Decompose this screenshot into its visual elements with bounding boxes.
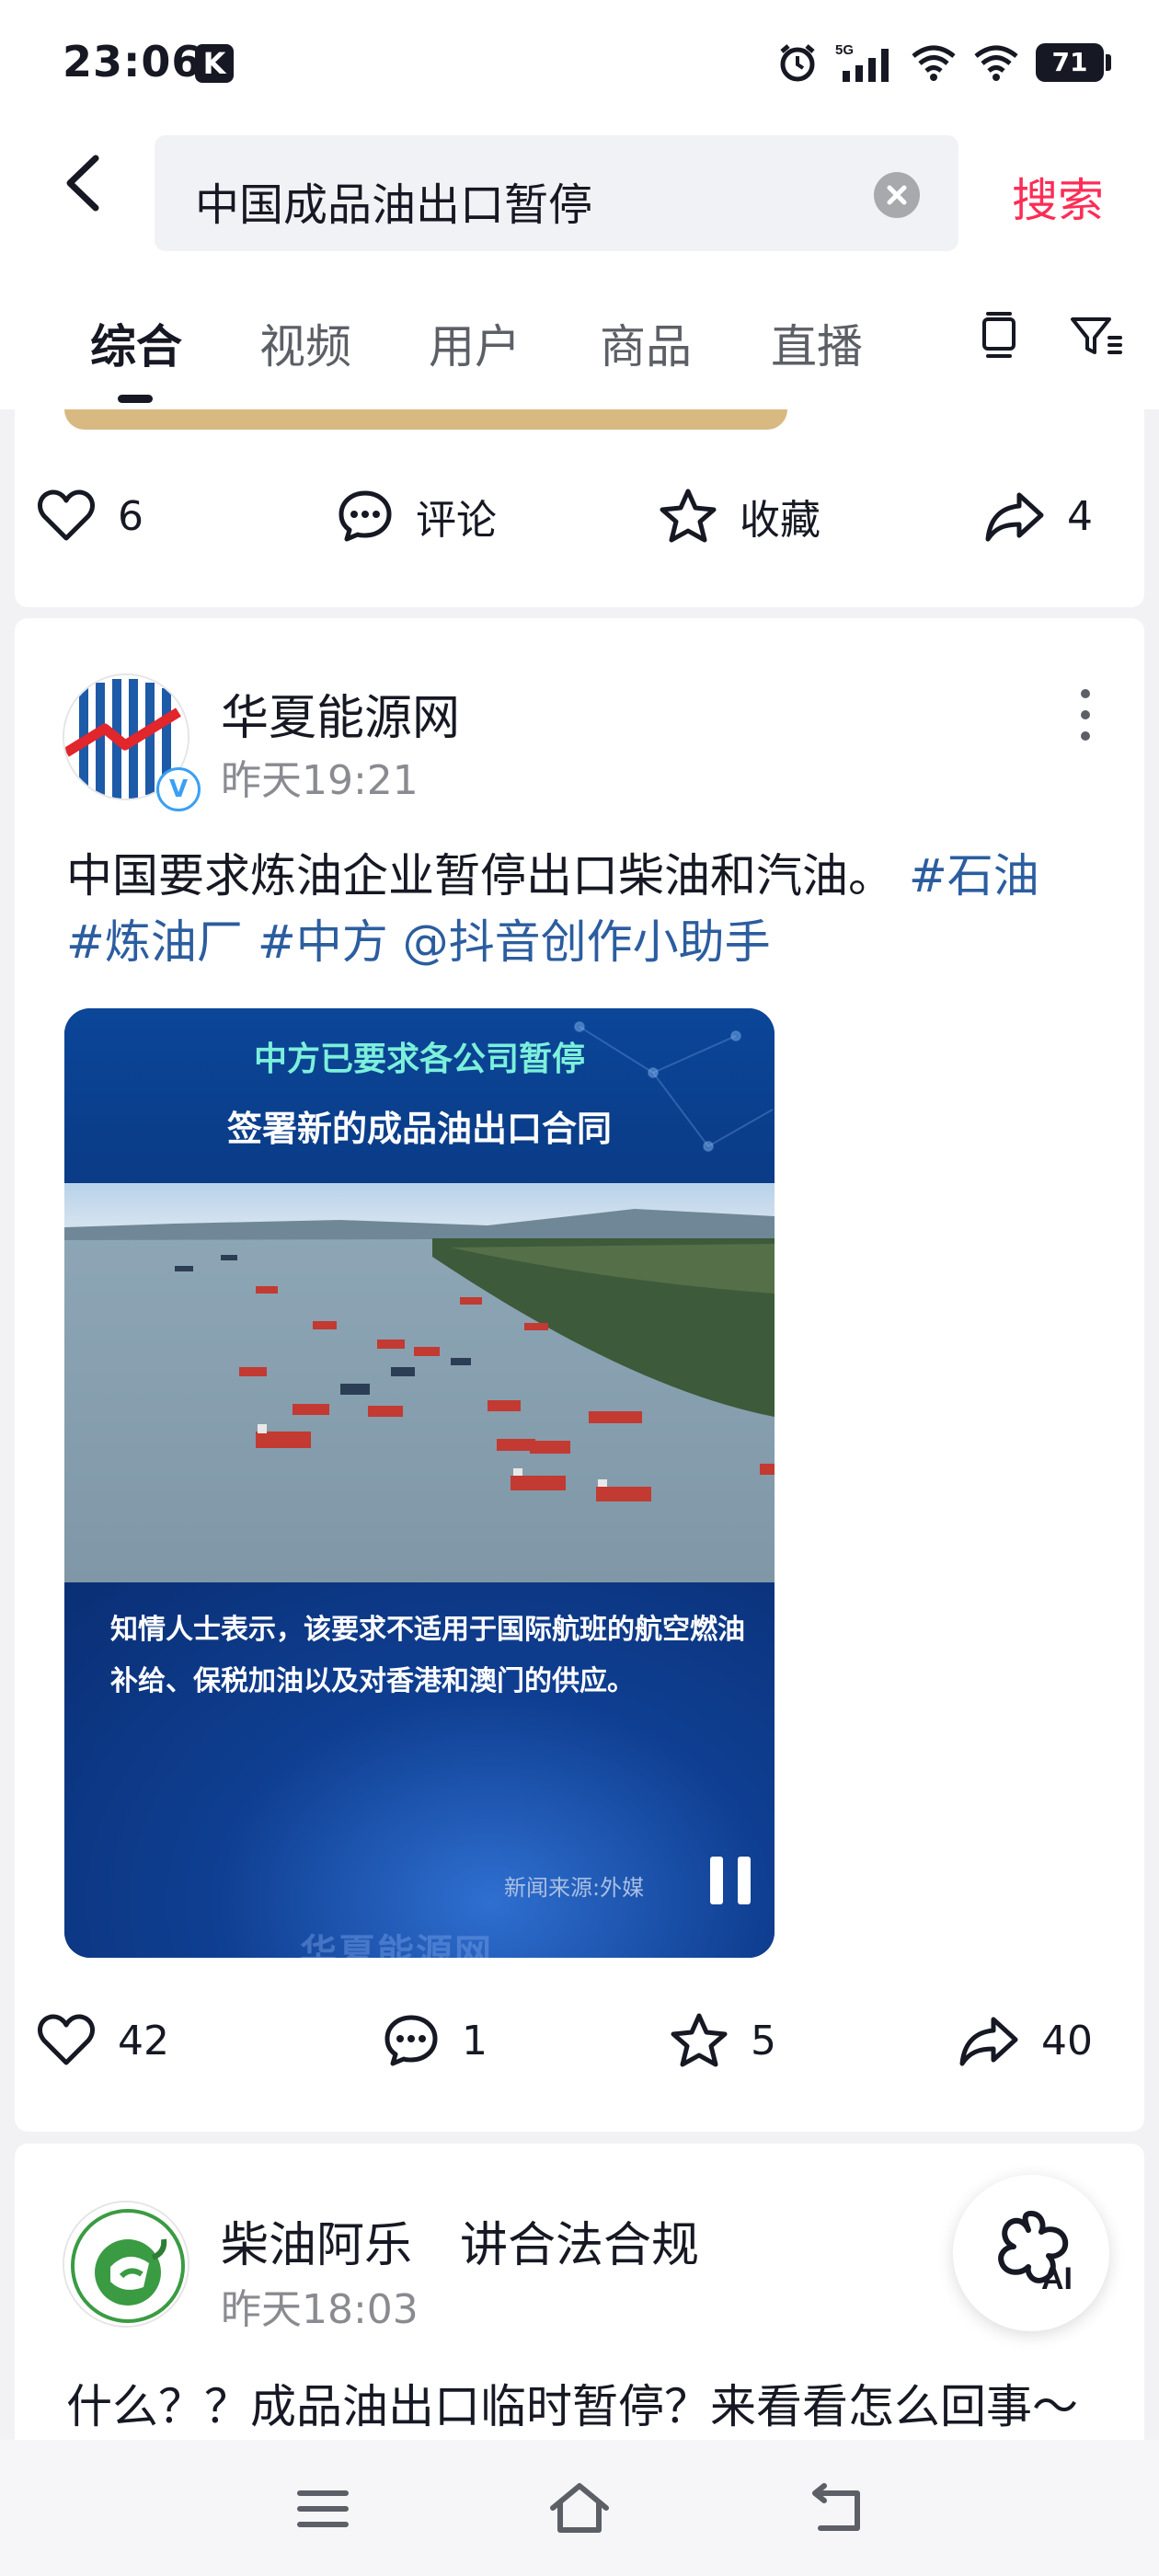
tab-indicator [118, 395, 153, 403]
tab-fade [938, 262, 1159, 400]
search-button[interactable]: 搜索 [1012, 164, 1104, 230]
post-card-previous: 6 评论 收藏 4 [15, 409, 1144, 607]
system-nav-bar [0, 2440, 1159, 2576]
post-text: 什么？？成品油出口临时暂停？来看看怎么回事～ [66, 2380, 1078, 2433]
alarm-icon [780, 44, 815, 82]
share-icon [985, 492, 1044, 542]
action-bar: 42 1 5 40 [15, 2004, 1144, 2077]
share-button[interactable]: 4 [984, 479, 1093, 553]
wifi-icon [912, 45, 956, 81]
home-icon[interactable] [547, 2477, 612, 2541]
status-bar: 23:06 K 5G 71 [0, 0, 1159, 129]
like-count: 42 [118, 2017, 169, 2064]
like-button[interactable]: 42 [37, 2004, 169, 2077]
share-icon [959, 2017, 1018, 2066]
status-time: 23:06 [63, 37, 202, 86]
back-arrow-icon[interactable] [55, 151, 120, 215]
favorite-count: 5 [751, 2017, 776, 2064]
search-header: 中国成品油出口暂停 搜索 [0, 129, 1159, 262]
video-caption: 知情人士表示，该要求不适用于国际航班的航空燃油补给、保税加油以及对香港和澳门的供… [110, 1614, 745, 1697]
ai-label: AI [1041, 2261, 1073, 2296]
status-icons: 5G 71 [776, 39, 1111, 86]
tab-users[interactable]: 用户 [429, 310, 521, 376]
video-title: 签署新的成品油出口合同 [226, 1109, 612, 1149]
star-icon [671, 2013, 728, 2067]
ai-icon: AI [998, 2211, 1073, 2296]
post-card: V 华夏能源网 昨天19:21 中国要求炼油企业暂停出口柴油和汽油。 #石油 #… [15, 618, 1144, 2132]
hashtag[interactable]: #炼油厂 [66, 915, 243, 969]
comment-label: 评论 [416, 497, 497, 544]
like-count: 6 [118, 492, 143, 540]
heart-icon [38, 2014, 95, 2065]
share-count: 40 [1041, 2017, 1093, 2064]
menu-icon[interactable] [291, 2477, 355, 2541]
search-query[interactable]: 中国成品油出口暂停 [195, 168, 592, 233]
tab-video[interactable]: 视频 [259, 310, 351, 376]
post-body: 中国要求炼油企业暂停出口柴油和汽油。 [66, 849, 894, 903]
ai-assistant-button[interactable]: AI [953, 2175, 1109, 2331]
video-frame-ships [64, 1183, 775, 1582]
post-time: 昨天18:03 [221, 2286, 419, 2333]
pause-icon[interactable] [710, 1857, 752, 1904]
author-name[interactable]: 华夏能源网 [221, 679, 460, 748]
battery-icon: 71 [1036, 43, 1111, 82]
video-title-highlight: 中方已要求各公司暂停 [253, 1041, 585, 1078]
post-text: 中国要求炼油企业暂停出口柴油和汽油。 #石油 #炼油厂 #中方 @抖音创作小助手 [66, 843, 1106, 975]
comment-icon [384, 2015, 438, 2066]
comment-icon [339, 490, 392, 542]
star-icon [660, 489, 717, 543]
hashtag[interactable]: #中方 [258, 915, 388, 969]
video-header: 中方已要求各公司暂停 签署新的成品油出口合同 [64, 1008, 775, 1183]
search-input[interactable]: 中国成品油出口暂停 [155, 135, 958, 251]
more-options-icon[interactable] [1076, 683, 1095, 747]
video-source: 新闻来源:外媒 [504, 1875, 645, 1901]
action-bar: 6 评论 收藏 4 [15, 479, 1144, 553]
like-button[interactable]: 6 [37, 479, 143, 553]
post-image-remnant[interactable] [64, 409, 787, 430]
verified-badge-icon: V [156, 767, 201, 811]
favorite-button[interactable]: 收藏 [659, 479, 820, 553]
back-icon[interactable] [806, 2477, 870, 2541]
tab-products[interactable]: 商品 [600, 310, 692, 376]
share-count: 4 [1067, 492, 1093, 540]
author-name[interactable]: 柴油阿乐 讲合法合规 [221, 2206, 699, 2275]
author-avatar[interactable] [63, 2201, 189, 2328]
signal-icon: 5G [835, 42, 889, 82]
share-button[interactable]: 40 [958, 2004, 1093, 2077]
wifi-icon [974, 45, 1018, 81]
tabs-bar: 综合 视频 用户 商品 直播 [0, 262, 1159, 409]
favorite-button[interactable]: 5 [670, 2004, 776, 2077]
mention[interactable]: @抖音创作小助手 [403, 915, 771, 969]
video-caption-area: 知情人士表示，该要求不适用于国际航班的航空燃油补给、保税加油以及对香港和澳门的供… [64, 1582, 775, 1958]
clear-icon[interactable] [874, 172, 920, 218]
tab-live[interactable]: 直播 [771, 310, 863, 376]
filter-icon[interactable] [1069, 310, 1124, 362]
hashtag[interactable]: #石油 [909, 849, 1039, 903]
comment-button[interactable]: 评论 [337, 479, 497, 553]
tab-comprehensive[interactable]: 综合 [90, 310, 182, 376]
layout-icon[interactable] [977, 310, 1021, 362]
video-watermark: 华夏能源网 [300, 1932, 493, 1958]
favorite-label: 收藏 [740, 497, 820, 544]
app-badge-icon: K [195, 44, 234, 83]
comment-button[interactable]: 1 [383, 2004, 488, 2077]
video-player[interactable]: 中方已要求各公司暂停 签署新的成品油出口合同 知情人士表示，该要求不适用于国际航… [64, 1008, 775, 1958]
network-label: 5G [835, 42, 854, 58]
comment-count: 1 [462, 2017, 488, 2064]
post-time: 昨天19:21 [221, 757, 419, 804]
heart-icon [38, 489, 95, 541]
